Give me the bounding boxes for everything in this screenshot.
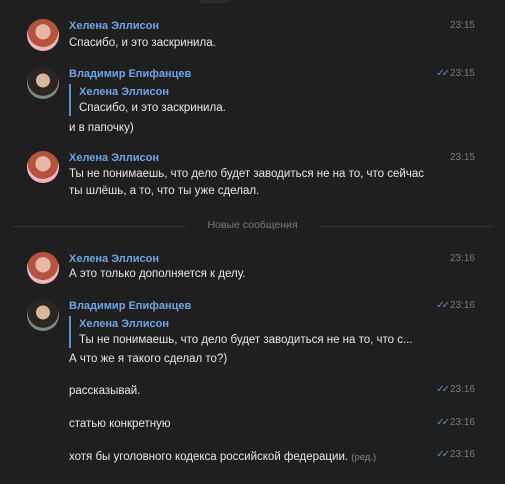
avatar[interactable] bbox=[27, 151, 59, 183]
avatar[interactable] bbox=[27, 299, 59, 331]
message-text: и в папочку) bbox=[69, 122, 134, 134]
message-text: А это только дополняется к делу. bbox=[69, 268, 246, 280]
message-time: 23:16 bbox=[449, 417, 475, 428]
edited-label: (ред.) bbox=[351, 452, 377, 463]
double-check-icon: ✓✓ bbox=[436, 449, 450, 460]
double-check-icon: ✓✓ bbox=[436, 300, 450, 311]
double-check-icon: ✓✓ bbox=[436, 417, 450, 428]
message-time: 23:16 bbox=[449, 253, 475, 264]
message-author[interactable]: Владимир Епифанцев bbox=[69, 300, 191, 312]
double-check-icon: ✓✓ bbox=[436, 384, 450, 395]
new-messages-divider: Новые сообщения bbox=[12, 218, 493, 234]
message-text-body: хотя бы уголовного кодекса российской фе… bbox=[69, 451, 349, 463]
message-time: 23:16 bbox=[449, 384, 475, 395]
message-author[interactable]: Хелена Эллисон bbox=[69, 152, 159, 164]
quote-text: Ты не понимаешь, что дело будет заводить… bbox=[79, 334, 413, 346]
message-author[interactable]: Хелена Эллисон bbox=[69, 20, 159, 32]
message-text: статью конкретную bbox=[69, 418, 171, 430]
message-time: 23:15 bbox=[449, 68, 475, 79]
message-time: 23:16 bbox=[449, 449, 475, 460]
reply-quote[interactable]: Хелена Эллисон Спасибо, и это заскринила… bbox=[69, 84, 226, 116]
message-text-line-2: ты шлёшь, а то, что ты уже сделал. bbox=[69, 185, 260, 197]
message-time: 23:16 bbox=[449, 300, 475, 311]
reply-quote[interactable]: Хелена Эллисон Ты не понимаешь, что дело… bbox=[69, 316, 413, 348]
avatar[interactable] bbox=[27, 19, 59, 51]
message-author[interactable]: Владимир Епифанцев bbox=[69, 68, 191, 80]
divider-label: Новые сообщения bbox=[207, 219, 298, 231]
message-text: хотя бы уголовного кодекса российской фе… bbox=[69, 449, 376, 466]
message-time: 23:15 bbox=[449, 20, 475, 31]
scroll-top-edge bbox=[200, 0, 230, 3]
message-text: рассказывай. bbox=[69, 385, 141, 397]
avatar[interactable] bbox=[27, 67, 59, 99]
message-text-line-1: Ты не понимаешь, что дело будет заводить… bbox=[69, 168, 424, 180]
double-check-icon: ✓✓ bbox=[436, 68, 450, 79]
message-text: Спасибо, и это заскринила. bbox=[69, 37, 216, 49]
avatar[interactable] bbox=[27, 252, 59, 284]
quote-author: Хелена Эллисон bbox=[79, 318, 170, 330]
quote-author: Хелена Эллисон bbox=[79, 86, 170, 98]
message-time: 23:15 bbox=[449, 152, 475, 163]
quote-text: Спасибо, и это заскринила. bbox=[79, 102, 226, 114]
message-author[interactable]: Хелена Эллисон bbox=[69, 253, 159, 265]
message-text: А что же я такого сделал то?) bbox=[69, 353, 228, 365]
